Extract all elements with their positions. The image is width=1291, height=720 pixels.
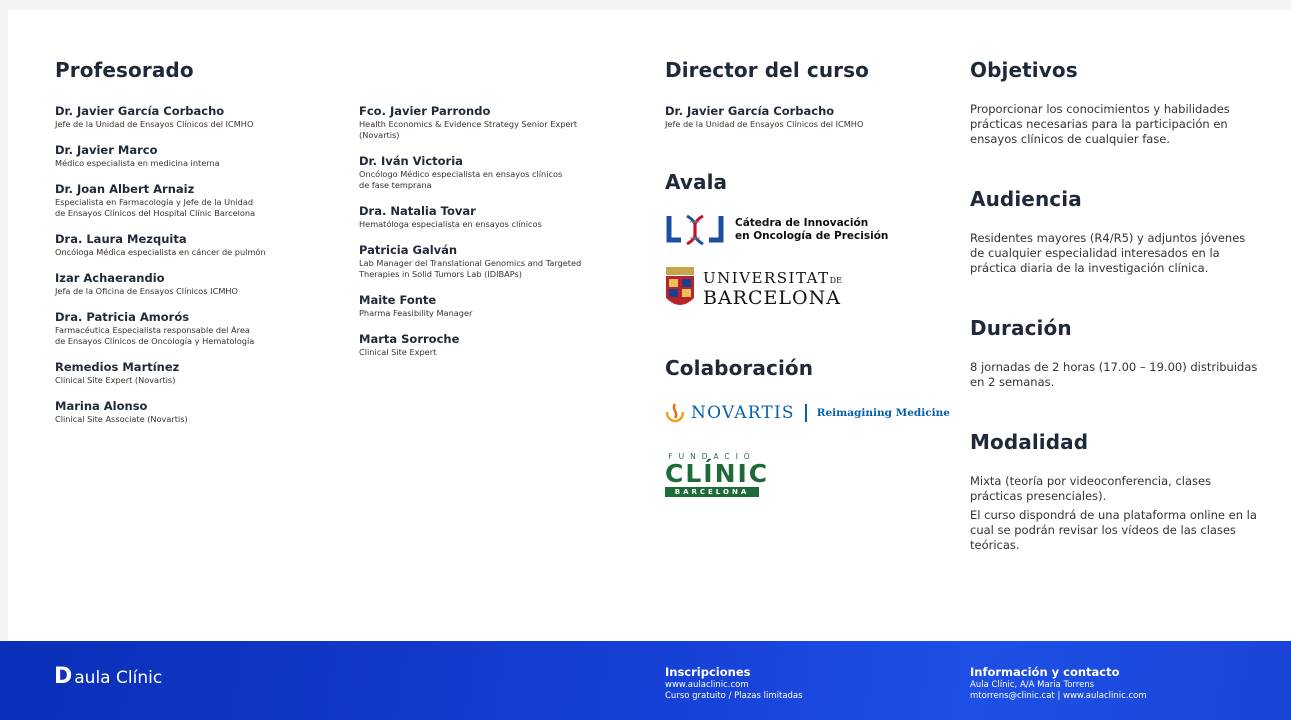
novartis-logo: NOVARTIS Reimagining Medicine [665, 402, 955, 424]
person-entry: Dra. Patricia Amorós Farmacéutica Especia… [55, 310, 335, 347]
contacto-title: Información y contacto [970, 665, 1120, 679]
person-entry: Dr. Javier García Corbacho Jefe de la Uni… [55, 104, 335, 130]
person-entry: Maite Fonte Pharma Feasibility Manager [359, 293, 629, 319]
catedra-dna-icon [666, 214, 724, 246]
novartis-tagline: Reimagining Medicine [816, 407, 950, 419]
person-name: Fco. Javier Parrondo [359, 104, 491, 118]
person-entry: Dra. Laura Mezquita Oncóloga Médica espec… [55, 232, 335, 258]
director-name: Dr. Javier García Corbacho [665, 104, 835, 118]
ub-line2: BARCELONA [703, 287, 841, 309]
person-entry: Dra. Natalia Tovar Hematóloga especialist… [359, 204, 629, 230]
person-role: Oncóloga Médica especialista en cáncer d… [55, 247, 266, 257]
person-name: Dra. Laura Mezquita [55, 232, 187, 246]
ub-de: DE [829, 276, 842, 285]
profesorado-column-1: Profesorado Dr. Javier García Corbacho Je… [55, 58, 335, 438]
person-entry: Dr. Iván Victoria Oncólogo Médico especia… [359, 154, 629, 191]
brand-initial: D [54, 664, 73, 689]
person-role: Especialista en Farmacología y Jefe de l… [55, 197, 256, 218]
person-entry: Marina Alonso Clinical Site Associate (No… [55, 399, 335, 425]
novartis-wordmark: NOVARTIS [691, 403, 795, 423]
person-role: Clinical Site Associate (Novartis) [55, 414, 188, 424]
colaboracion-title: Colaboración [665, 356, 814, 380]
content-card: Profesorado Dr. Javier García Corbacho Je… [8, 10, 1291, 641]
catedra-logo: Cátedra de Innovación en Oncología de Pr… [665, 212, 955, 248]
person-role: Health Economics & Evidence Strategy Sen… [359, 119, 578, 140]
person-role: Clinical Site Expert [359, 347, 437, 357]
duracion-text: 8 jornadas de 2 horas (17.00 – 19.00) di… [970, 360, 1258, 389]
avala-title: Avala [665, 170, 728, 194]
person-entry: Remedios Martínez Clinical Site Expert (N… [55, 360, 335, 386]
person-entry: Dr. Javier Marco Médico especialista en m… [55, 143, 335, 169]
director-person: Dr. Javier García Corbacho Jefe de la Un… [665, 104, 955, 130]
fundacio-clinic-logo: FUNDACIÓ CLÍNIC BARCELONA [665, 452, 770, 497]
barcelona-text: BARCELONA [665, 487, 759, 497]
person-name: Remedios Martínez [55, 360, 180, 374]
profesorado-title: Profesorado [55, 58, 194, 82]
person-role: Oncólogo Médico especialista en ensayos … [359, 169, 563, 190]
person-entry: Marta Sorroche Clinical Site Expert [359, 332, 629, 358]
modalidad-text-1: Mixta (teoría por videoconferencia, clas… [970, 474, 1212, 503]
footer: D aula Clínic Inscripciones www.aulaclin… [0, 641, 1291, 720]
contacto-links[interactable]: mtorrens@clinic.cat | www.aulaclinic.com [970, 691, 1147, 702]
person-role: Clinical Site Expert (Novartis) [55, 375, 176, 385]
person-entry: Patricia Galván Lab Manager del Translati… [359, 243, 629, 280]
inscripciones-block: Inscripciones www.aulaclinic.com Curso g… [665, 665, 803, 702]
objetivos-text: Proporcionar los conocimientos y habilid… [970, 102, 1230, 146]
person-name: Dr. Joan Albert Arnaiz [55, 182, 195, 196]
person-role: Jefe de la Unidad de Ensayos Clínicos de… [55, 119, 254, 129]
audiencia-text: Residentes mayores (R4/R5) y adjuntos jó… [970, 231, 1246, 275]
inscripciones-title: Inscripciones [665, 665, 751, 679]
person-name: Dra. Natalia Tovar [359, 204, 476, 218]
duracion-title: Duración [970, 316, 1072, 340]
person-name: Dr. Javier Marco [55, 143, 158, 157]
person-role: Farmacéutica Especialista responsable de… [55, 325, 255, 346]
novartis-separator [804, 404, 807, 422]
ub-line1: UNIVERSITAT [703, 269, 830, 287]
person-name: Marina Alonso [55, 399, 148, 413]
inscripciones-note: Curso gratuito / Plazas limitadas [665, 691, 803, 701]
profesorado-column-2: Fco. Javier Parrondo Health Economics & E… [359, 104, 629, 371]
person-name: Izar Achaerandio [55, 271, 165, 285]
director-role: Jefe de la Unidad de Ensayos Clínicos de… [665, 119, 864, 129]
modalidad-text-2: El curso dispondrá de una plataforma onl… [970, 508, 1257, 552]
person-name: Patricia Galván [359, 243, 458, 257]
objetivos-title: Objetivos [970, 58, 1078, 82]
clinic-text: CLÍNIC [665, 459, 770, 488]
person-name: Dr. Iván Victoria [359, 154, 463, 168]
person-entry: Fco. Javier Parrondo Health Economics & E… [359, 104, 629, 141]
inscripciones-link[interactable]: www.aulaclinic.com [665, 680, 803, 691]
person-name: Dr. Javier García Corbacho [55, 104, 225, 118]
ub-logo: UNIVERSITATDE BARCELONA [665, 266, 955, 312]
person-role: Pharma Feasibility Manager [359, 308, 473, 318]
person-entry: Izar Achaerandio Jefa de la Oficina de En… [55, 271, 335, 297]
person-role: Médico especialista en medicina interna [55, 158, 220, 168]
person-entry: Dr. Joan Albert Arnaiz Especialista en Fa… [55, 182, 335, 219]
person-name: Marta Sorroche [359, 332, 460, 346]
ub-text: UNIVERSITATDE BARCELONA [703, 269, 842, 309]
ub-shield-icon [666, 267, 694, 305]
director-title: Director del curso [665, 58, 869, 82]
person-role: Jefa de la Oficina de Ensayos Clínicos I… [55, 286, 238, 296]
contacto-block: Información y contacto Aula Clínic, A/A … [970, 665, 1147, 702]
aula-clinic-logo[interactable]: D aula Clínic [54, 664, 163, 689]
profesorado-list-2: Fco. Javier Parrondo Health Economics & E… [359, 104, 629, 358]
middle-column: Director del curso Dr. Javier García Cor… [665, 58, 955, 497]
novartis-flame-icon [665, 403, 685, 423]
person-name: Maite Fonte [359, 293, 437, 307]
right-column: Objetivos Proporcionar los conocimientos… [970, 58, 1260, 553]
person-role: Hematóloga especialista en ensayos clíni… [359, 219, 542, 229]
person-name: Dra. Patricia Amorós [55, 310, 190, 324]
profesorado-list-1: Dr. Javier García Corbacho Jefe de la Uni… [55, 104, 335, 425]
catedra-text: Cátedra de Innovación en Oncología de Pr… [735, 217, 889, 242]
audiencia-title: Audiencia [970, 187, 1082, 211]
contacto-name: Aula Clínic, A/A Maria Torrens [970, 680, 1095, 690]
modalidad-title: Modalidad [970, 430, 1089, 454]
person-role: Lab Manager del Translational Genomics a… [359, 258, 582, 279]
brand-name: aula Clínic [74, 668, 163, 688]
